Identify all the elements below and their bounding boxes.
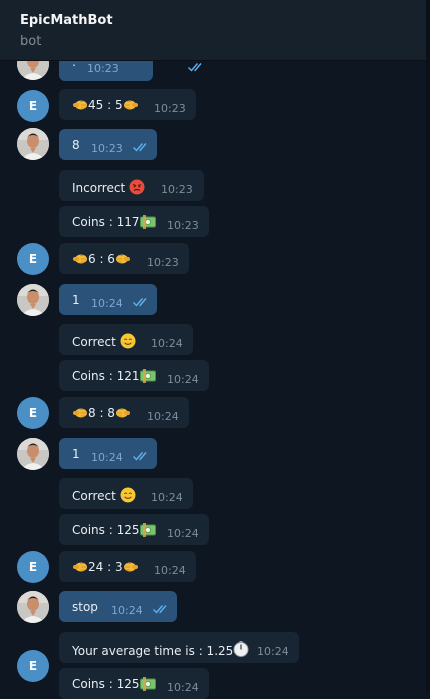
incoming-message[interactable]: Correct 10:24 — [59, 478, 193, 509]
message-text: Incorrect — [72, 181, 126, 195]
incoming-message[interactable]: 24 : 3 10:24 — [59, 551, 196, 582]
message-text: Correct — [72, 489, 116, 503]
money-icon — [139, 215, 156, 229]
money-icon — [139, 523, 156, 537]
message-text: 45 : 5 — [88, 98, 123, 112]
incoming-message[interactable]: Coins : 125 10:24 — [59, 668, 209, 699]
outgoing-message[interactable]: 1 10:24 — [59, 284, 157, 315]
smiling-face-icon — [119, 333, 136, 349]
message-text: 8 : 8 — [88, 406, 115, 420]
user-photo-icon — [17, 591, 49, 623]
user-avatar[interactable] — [17, 128, 49, 160]
message-text: Coins : 117 — [72, 215, 140, 229]
money-icon — [139, 369, 156, 383]
right-fist-icon — [115, 408, 131, 418]
message-text: Correct — [72, 335, 116, 349]
right-fist-icon — [123, 100, 138, 110]
read-check-icon — [132, 142, 147, 152]
bot-avatar[interactable]: E — [17, 551, 49, 583]
read-check-icon — [132, 297, 147, 307]
bot-avatar[interactable]: E — [17, 397, 49, 429]
incoming-message[interactable]: Coins : 121 10:24 — [59, 360, 209, 391]
angry-face-icon — [129, 179, 145, 195]
incoming-message[interactable]: 6 : 6 10:23 — [59, 243, 189, 274]
chat-title: EpicMathBot — [20, 13, 113, 28]
message-text: Your average time is : 1.25 — [72, 644, 234, 658]
incoming-message[interactable]: 45 : 5 10:23 — [59, 89, 196, 120]
scrollbar-track[interactable] — [426, 0, 430, 693]
message-text: 6 : 6 — [88, 252, 115, 266]
read-check-icon — [132, 451, 147, 461]
right-fist-icon — [123, 562, 138, 572]
stopwatch-icon — [233, 641, 249, 658]
user-avatar[interactable] — [17, 591, 49, 623]
message-text: Coins : 125 — [72, 677, 140, 691]
user-avatar[interactable] — [17, 438, 49, 470]
incoming-message[interactable]: 8 : 8 10:24 — [59, 397, 189, 428]
bot-avatar[interactable]: E — [17, 90, 49, 122]
incoming-message[interactable]: Coins : 117 10:23 — [59, 206, 209, 237]
chat-header[interactable]: EpicMathBot bot — [0, 0, 426, 61]
incoming-message[interactable]: Coins : 125 10:24 — [59, 514, 209, 545]
user-photo-icon — [17, 284, 49, 316]
left-fist-icon — [72, 408, 88, 418]
outgoing-message[interactable]: 1 10:24 — [59, 438, 157, 469]
smiling-face-icon — [119, 487, 136, 503]
user-photo-icon — [17, 438, 49, 470]
incoming-message[interactable]: Your average time is : 1.25 10:24 — [59, 632, 299, 663]
message-text: Coins : 125 — [72, 523, 140, 537]
right-fist-icon — [115, 254, 131, 264]
money-icon — [139, 677, 156, 691]
user-avatar[interactable] — [17, 284, 49, 316]
incoming-message[interactable]: Correct 10:24 — [59, 324, 193, 355]
user-photo-icon — [17, 128, 49, 160]
bot-avatar[interactable]: E — [17, 243, 49, 275]
read-check-icon — [187, 62, 202, 72]
read-check-icon — [152, 604, 167, 614]
left-fist-icon — [72, 254, 88, 264]
left-fist-icon — [72, 100, 88, 110]
bot-avatar[interactable]: E — [17, 650, 49, 682]
message-text: Coins : 121 — [72, 369, 140, 383]
message-text: 24 : 3 — [88, 560, 123, 574]
outgoing-message[interactable]: stop 10:24 — [59, 591, 177, 622]
incoming-message[interactable]: Incorrect 10:23 — [59, 170, 204, 201]
chat-subtitle: bot — [20, 34, 42, 49]
left-fist-icon — [72, 562, 88, 572]
outgoing-message[interactable]: 8 10:23 — [59, 129, 157, 160]
